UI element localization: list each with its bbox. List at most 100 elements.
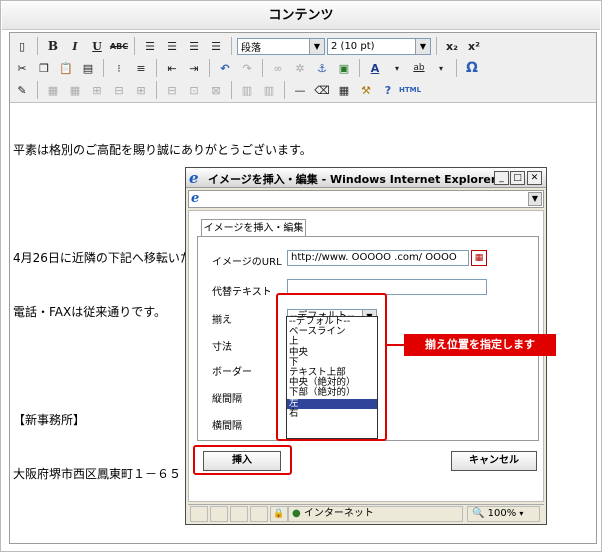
align-center-icon[interactable]: ☰: [162, 36, 182, 56]
superscript-button[interactable]: x²: [464, 36, 484, 56]
toolbar-row-2: ✂ ❐ 📋 ▤ ⁝ ≡ ⇤ ⇥ ↶ ↷ ∞ ✲ ⚓ ▣ A ▾ ab ▾ Ω: [12, 57, 482, 79]
cancel-button[interactable]: キャンセル: [451, 451, 537, 471]
subscript-button[interactable]: x₂: [442, 36, 462, 56]
callout-connector: [385, 344, 405, 346]
border-label: ボーダー: [212, 367, 252, 378]
globe-icon: ●: [292, 508, 301, 519]
zoom-level: 100%: [487, 508, 517, 519]
content-line: 平素は格別のご高配を賜り誠にありがとうございます。: [13, 143, 312, 157]
toolbar-separator: [209, 59, 210, 77]
font-size-select[interactable]: 2 (10 pt) ▼: [327, 37, 431, 55]
toolbar-separator: [231, 81, 232, 99]
zone-label: インターネット: [303, 508, 374, 519]
align-highlight-box: [276, 293, 387, 441]
align-justify-icon[interactable]: ☰: [206, 36, 226, 56]
outdent-icon[interactable]: ⇤: [162, 58, 182, 78]
hspace-label: 横間隔: [212, 421, 242, 432]
toolbar-separator: [156, 59, 157, 77]
cell-split-icon[interactable]: ▥: [259, 80, 279, 100]
row-insert-icon[interactable]: ⊞: [87, 80, 107, 100]
align-right-icon[interactable]: ☰: [184, 36, 204, 56]
cut-icon[interactable]: ✂: [12, 58, 32, 78]
special-char-icon[interactable]: Ω: [462, 58, 482, 78]
image-icon[interactable]: ▣: [334, 58, 354, 78]
toolbar-separator: [103, 59, 104, 77]
chevron-down-icon[interactable]: ▾: [387, 58, 407, 78]
status-cell: [230, 506, 248, 522]
unlink-icon[interactable]: ✲: [290, 58, 310, 78]
horizontal-rule-icon[interactable]: —: [290, 80, 310, 100]
zoom-control[interactable]: 🔍 100% ▾: [467, 506, 540, 522]
vspace-label: 縦間隔: [212, 394, 242, 405]
strikethrough-button[interactable]: ABC: [109, 36, 129, 56]
status-cell: [190, 506, 208, 522]
toolbar-separator: [456, 59, 457, 77]
toolbar-separator: [37, 81, 38, 99]
zoom-icon: 🔍: [472, 508, 485, 519]
browse-icon[interactable]: ▦: [471, 250, 487, 266]
format-select[interactable]: 段落 ▼: [237, 37, 325, 55]
format-select-value: 段落: [241, 42, 261, 54]
cleanup-icon[interactable]: ⚒: [356, 80, 376, 100]
close-icon[interactable]: ✕: [527, 171, 542, 185]
toolbar-separator: [37, 37, 38, 55]
numbered-list-icon[interactable]: ≡: [131, 58, 151, 78]
highlight-color-icon[interactable]: ab: [409, 58, 429, 78]
split-cells-icon[interactable]: ⊠: [206, 80, 226, 100]
chevron-down-icon[interactable]: ▼: [528, 192, 542, 206]
copy-icon[interactable]: ❐: [34, 58, 54, 78]
bullet-list-icon[interactable]: ⁝: [109, 58, 129, 78]
row-delete-icon[interactable]: ⊟: [109, 80, 129, 100]
font-size-select-value: 2 (10 pt): [331, 40, 375, 52]
undo-icon[interactable]: ↶: [215, 58, 235, 78]
paste-icon[interactable]: 📋: [56, 58, 76, 78]
url-input[interactable]: http://www. OOOOO .com/ OOOO: [287, 250, 469, 266]
text-color-icon[interactable]: A: [365, 58, 385, 78]
chevron-down-icon: ▼: [415, 38, 430, 54]
table-icon[interactable]: ▦: [334, 80, 354, 100]
chevron-down-icon: ▾: [519, 509, 524, 518]
col-delete-icon[interactable]: ⊟: [162, 80, 182, 100]
alt-label: 代替テキスト: [212, 287, 272, 298]
merge-cells-icon[interactable]: ⊡: [184, 80, 204, 100]
toolbar-separator: [359, 59, 360, 77]
indent-icon[interactable]: ⇥: [184, 58, 204, 78]
align-left-icon[interactable]: ☰: [140, 36, 160, 56]
address-bar[interactable]: e ▼: [188, 190, 544, 208]
table-props-icon[interactable]: ▦: [43, 80, 63, 100]
minimize-icon[interactable]: _: [494, 171, 509, 185]
toolbar-separator: [284, 81, 285, 99]
edit-css-icon[interactable]: ✎: [12, 80, 32, 100]
toolbar-separator: [156, 81, 157, 99]
eraser-icon[interactable]: ⌫: [312, 80, 332, 100]
content-editor-panel: コンテンツ ▯ B I U ABC ☰ ☰ ☰ ☰ 段落 ▼ 2 (10 pt)…: [0, 0, 602, 552]
panel-title: コンテンツ: [2, 2, 600, 30]
paste-word-icon[interactable]: ▤: [78, 58, 98, 78]
toolbar-separator: [436, 37, 437, 55]
zone-cell: ● インターネット: [288, 506, 463, 522]
cell-merge-icon[interactable]: ▥: [237, 80, 257, 100]
dialog-titlebar[interactable]: e イメージを挿入・編集 - Windows Internet Explorer…: [186, 168, 546, 188]
dialog-title: イメージを挿入・編集 - Windows Internet Explorer: [208, 173, 497, 186]
italic-button[interactable]: I: [65, 36, 85, 56]
tab-insert-edit-image[interactable]: イメージを挿入・編集: [201, 219, 306, 237]
cell-props-icon[interactable]: ▦: [65, 80, 85, 100]
link-icon[interactable]: ∞: [268, 58, 288, 78]
toolbar-row-1: ▯ B I U ABC ☰ ☰ ☰ ☰ 段落 ▼ 2 (10 pt) ▼ x₂ …: [12, 35, 484, 57]
underline-button[interactable]: U: [87, 36, 107, 56]
redo-icon[interactable]: ↷: [237, 58, 257, 78]
new-document-icon[interactable]: ▯: [12, 36, 32, 56]
toolbar-separator: [262, 59, 263, 77]
maximize-icon[interactable]: □: [510, 171, 525, 185]
help-icon[interactable]: ?: [378, 80, 398, 100]
col-insert-icon[interactable]: ⊞: [131, 80, 151, 100]
callout-label: 揃え位置を指定します: [404, 334, 556, 356]
bold-button[interactable]: B: [43, 36, 63, 56]
ie-logo-icon: e: [189, 169, 199, 187]
status-cell: [250, 506, 268, 522]
html-source-button[interactable]: HTML: [399, 80, 421, 100]
anchor-icon[interactable]: ⚓: [312, 58, 332, 78]
toolbar-separator: [134, 37, 135, 55]
chevron-down-icon: ▼: [309, 38, 324, 54]
chevron-down-icon[interactable]: ▾: [431, 58, 451, 78]
